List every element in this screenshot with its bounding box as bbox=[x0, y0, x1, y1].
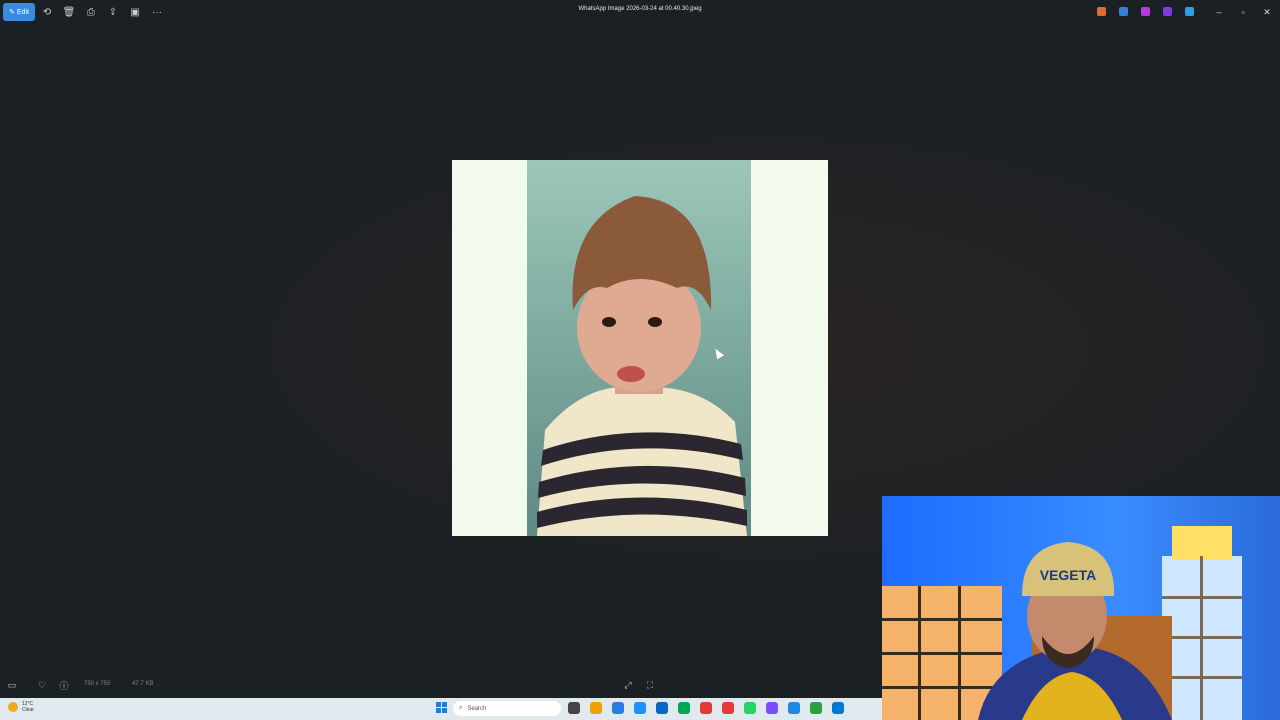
search-icon: ⌕ bbox=[459, 705, 463, 711]
minimize-button[interactable]: – bbox=[1212, 5, 1226, 19]
filmstrip-icon[interactable]: ▭ bbox=[6, 679, 18, 691]
window-title: WhatsApp Image 2026-03-24 at 00.40.30.jp… bbox=[578, 6, 702, 12]
firefox-icon[interactable] bbox=[788, 702, 800, 714]
maximize-button[interactable]: ▫ bbox=[1236, 5, 1250, 19]
webcam-overlay: VEGETA bbox=[882, 496, 1280, 720]
chrome-icon[interactable] bbox=[634, 702, 646, 714]
task-view-icon[interactable] bbox=[568, 702, 580, 714]
git-icon[interactable] bbox=[810, 702, 822, 714]
youtube-icon[interactable] bbox=[722, 702, 734, 714]
store-icon[interactable] bbox=[656, 702, 668, 714]
edge-icon[interactable] bbox=[612, 702, 624, 714]
file-size: 47.7 KB bbox=[132, 681, 154, 687]
title-bar: ✎ Edit ⟲ 🗑︎ ⎙ ⇪ ▣ ··· WhatsApp Image 202… bbox=[0, 0, 1280, 24]
weather-desc: Clear bbox=[22, 707, 34, 713]
file-explorer-icon[interactable] bbox=[590, 702, 602, 714]
start-button[interactable] bbox=[436, 702, 447, 713]
onedrive-icon[interactable] bbox=[1185, 7, 1194, 16]
image-dimensions: 750 x 750 bbox=[84, 681, 111, 687]
favorite-icon[interactable]: ♡ bbox=[36, 679, 48, 691]
video-editor-icon[interactable] bbox=[1163, 7, 1172, 16]
info-icon[interactable]: ⓘ bbox=[58, 679, 70, 691]
weather-widget[interactable]: 12°C Clear bbox=[8, 701, 34, 713]
clipchamp-icon[interactable] bbox=[1141, 7, 1150, 16]
weather-sun-icon bbox=[8, 702, 18, 712]
opera-icon[interactable] bbox=[700, 702, 712, 714]
messenger-icon[interactable] bbox=[766, 702, 778, 714]
close-button[interactable]: ✕ bbox=[1260, 5, 1274, 19]
paint-icon[interactable] bbox=[832, 702, 844, 714]
displayed-photo[interactable] bbox=[452, 160, 828, 536]
fit-to-window-icon[interactable]: ⤢ bbox=[622, 679, 634, 691]
copilot-icon[interactable] bbox=[1097, 7, 1106, 16]
xbox-icon[interactable] bbox=[678, 702, 690, 714]
designer-icon[interactable] bbox=[1119, 7, 1128, 16]
whatsapp-icon[interactable] bbox=[744, 702, 756, 714]
fullscreen-icon[interactable]: ⛶ bbox=[644, 679, 656, 691]
search-placeholder: Search bbox=[467, 705, 487, 712]
cap-logo-graphic: VEGETA bbox=[1040, 567, 1097, 583]
taskbar-search[interactable]: ⌕ Search bbox=[453, 701, 561, 716]
